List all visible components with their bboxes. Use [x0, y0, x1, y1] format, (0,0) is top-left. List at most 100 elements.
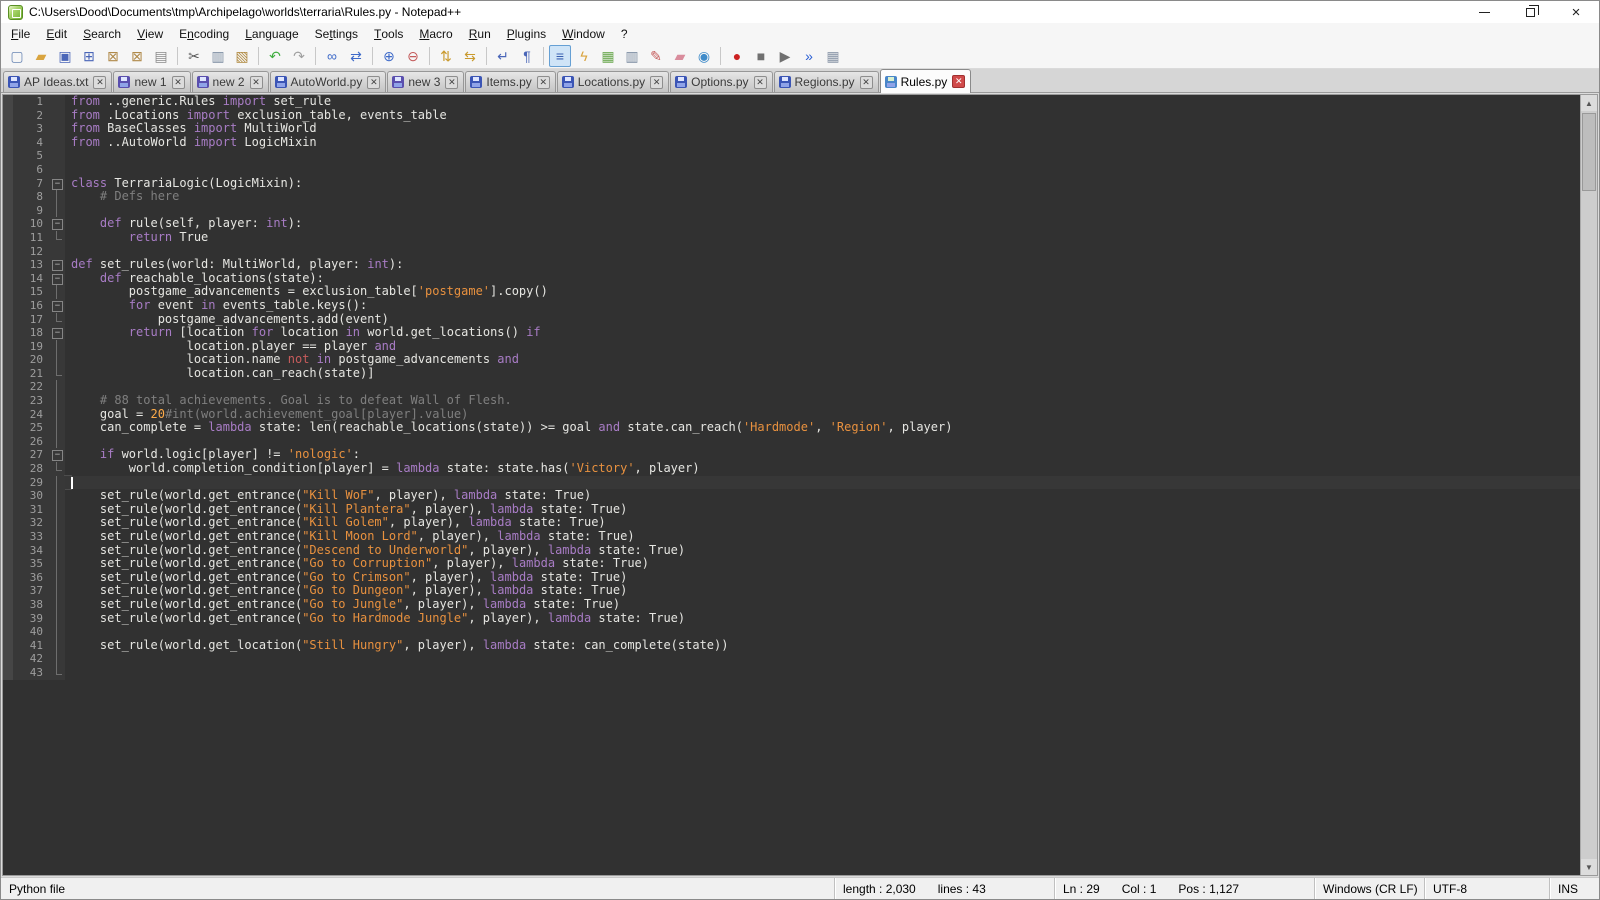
menu-item-macro[interactable]: Macro — [411, 23, 460, 44]
menu-item-edit[interactable]: Edit — [38, 23, 75, 44]
bookmark-margin — [3, 190, 13, 204]
close-all-button[interactable]: ⊠ — [126, 45, 148, 67]
tab-label: new 3 — [408, 75, 440, 89]
text-caret — [71, 477, 73, 489]
menu-item-window[interactable]: Window — [554, 23, 613, 44]
new-file-icon: ▢ — [10, 49, 23, 63]
print-icon: ▤ — [154, 49, 167, 63]
sync-vertical-button[interactable]: ⇅ — [435, 45, 457, 67]
tab-close-icon[interactable]: ✕ — [445, 76, 458, 89]
menu-item-run[interactable]: Run — [461, 23, 499, 44]
fold-collapse-icon[interactable] — [49, 299, 65, 313]
tab-close-icon[interactable]: ✕ — [250, 76, 263, 89]
tab-close-icon[interactable]: ✕ — [537, 76, 550, 89]
close-button[interactable]: × — [1553, 1, 1599, 23]
fold-collapse-icon[interactable] — [49, 272, 65, 286]
scroll-up-arrow[interactable]: ▲ — [1581, 95, 1597, 111]
tab-close-icon[interactable]: ✕ — [172, 76, 185, 89]
status-encoding[interactable]: UTF-8 — [1424, 878, 1549, 899]
scrollbar-thumb[interactable] — [1582, 113, 1596, 191]
code-text: set_rule(world.get_entrance("Kill Golem"… — [65, 516, 606, 530]
vertical-scrollbar[interactable]: ▲ ▼ — [1580, 95, 1597, 875]
zoom-out-button[interactable]: ⊖ — [402, 45, 424, 67]
bookmark-margin — [3, 136, 13, 150]
tab-new-3[interactable]: new 3 ✕ — [387, 71, 464, 92]
function-list-button[interactable]: ✎ — [645, 45, 667, 67]
restore-button[interactable] — [1507, 1, 1553, 23]
fold-collapse-icon[interactable] — [49, 177, 65, 191]
word-wrap-button[interactable]: ↵ — [492, 45, 514, 67]
menu-item-view[interactable]: View — [129, 23, 171, 44]
copy-button[interactable]: ▥ — [207, 45, 229, 67]
menu-item-tools[interactable]: Tools — [366, 23, 411, 44]
zoom-in-button[interactable]: ⊕ — [378, 45, 400, 67]
fold-margin — [49, 109, 65, 123]
tab-new-1[interactable]: new 1✕ — [113, 71, 190, 92]
menu-item-plugins[interactable]: Plugins — [499, 23, 554, 44]
show-all-characters-button[interactable]: ¶ — [516, 45, 538, 67]
bookmark-margin — [3, 353, 13, 367]
fold-collapse-icon[interactable] — [49, 326, 65, 340]
open-file-button[interactable]: ▰ — [30, 45, 52, 67]
menu-item-settings[interactable]: Settings — [307, 23, 366, 44]
tab-options.py[interactable]: Options.py✕ — [670, 71, 772, 92]
undo-button[interactable]: ↶ — [264, 45, 286, 67]
print-button[interactable]: ▤ — [150, 45, 172, 67]
close-button[interactable]: ⊠ — [102, 45, 124, 67]
menu-item-[interactable]: ? — [613, 23, 636, 44]
save-button[interactable]: ▣ — [54, 45, 76, 67]
menu-item-language[interactable]: Language — [237, 23, 306, 44]
tab-locations.py[interactable]: Locations.py✕ — [557, 71, 669, 92]
find-button[interactable]: ∞ — [321, 45, 343, 67]
macro-record-button[interactable]: ● — [726, 45, 748, 67]
menu-item-encoding[interactable]: Encoding — [171, 23, 237, 44]
tab-close-icon[interactable]: ✕ — [367, 76, 380, 89]
tab-autoworld.py[interactable]: AutoWorld.py✕ — [270, 71, 387, 92]
minimize-icon — [1479, 12, 1490, 13]
menu-item-search[interactable]: Search — [75, 23, 129, 44]
fold-margin — [49, 95, 65, 109]
tab-ap-ideas.txt[interactable]: AP Ideas.txt✕ — [3, 71, 112, 92]
minimize-button[interactable] — [1461, 1, 1507, 23]
window-controls: × — [1461, 1, 1599, 23]
tab-new-2[interactable]: new 2✕ — [192, 71, 269, 92]
status-insert-mode[interactable]: INS — [1549, 878, 1599, 899]
fold-collapse-icon[interactable] — [49, 448, 65, 462]
tab-close-icon[interactable]: ✕ — [754, 76, 767, 89]
tab-regions.py[interactable]: Regions.py✕ — [774, 71, 879, 92]
tab-close-icon[interactable]: ✕ — [93, 76, 106, 89]
macro-save-button[interactable]: ▦ — [822, 45, 844, 67]
document-list-button[interactable]: ▥ — [621, 45, 643, 67]
macro-play-button[interactable]: ▶ — [774, 45, 796, 67]
macro-run-multiple-button[interactable]: » — [798, 45, 820, 67]
scrollbar-track[interactable] — [1581, 111, 1597, 859]
tab-close-icon[interactable]: ✕ — [650, 76, 663, 89]
monitoring-button[interactable]: ◉ — [693, 45, 715, 67]
scroll-down-arrow[interactable]: ▼ — [1581, 859, 1597, 875]
cut-button[interactable]: ✂ — [183, 45, 205, 67]
paste-button[interactable]: ▧ — [231, 45, 253, 67]
redo-button[interactable]: ↷ — [288, 45, 310, 67]
macro-stop-button[interactable]: ■ — [750, 45, 772, 67]
tab-close-icon[interactable]: ✕ — [952, 75, 965, 88]
code-text: postgame_advancements.add(event) — [65, 313, 389, 327]
user-defined-language-button[interactable]: ϟ — [573, 45, 595, 67]
replace-button[interactable]: ⇄ — [345, 45, 367, 67]
code-text: set_rule(world.get_entrance("Kill Moon L… — [65, 530, 635, 544]
sync-horizontal-button[interactable]: ⇆ — [459, 45, 481, 67]
status-eol-format[interactable]: Windows (CR LF) — [1314, 878, 1424, 899]
tab-rules.py[interactable]: Rules.py✕ — [880, 69, 972, 93]
folder-as-workspace-button[interactable]: ▰ — [669, 45, 691, 67]
tab-close-icon[interactable]: ✕ — [860, 76, 873, 89]
editor[interactable]: 1from ..generic.Rules import set_rule2fr… — [2, 94, 1598, 876]
fold-collapse-icon[interactable] — [49, 258, 65, 272]
new-file-button[interactable]: ▢ — [6, 45, 28, 67]
save-all-button[interactable]: ⊞ — [78, 45, 100, 67]
code-text: from .Locations import exclusion_table, … — [65, 109, 447, 123]
menu-item-file[interactable]: File — [3, 23, 38, 44]
document-map-button[interactable]: ▦ — [597, 45, 619, 67]
tab-items.py[interactable]: Items.py✕ — [465, 71, 555, 92]
show-indent-guide-button[interactable]: ≡ — [549, 45, 571, 67]
code-area[interactable]: 1from ..generic.Rules import set_rule2fr… — [3, 95, 1580, 875]
fold-collapse-icon[interactable] — [49, 217, 65, 231]
